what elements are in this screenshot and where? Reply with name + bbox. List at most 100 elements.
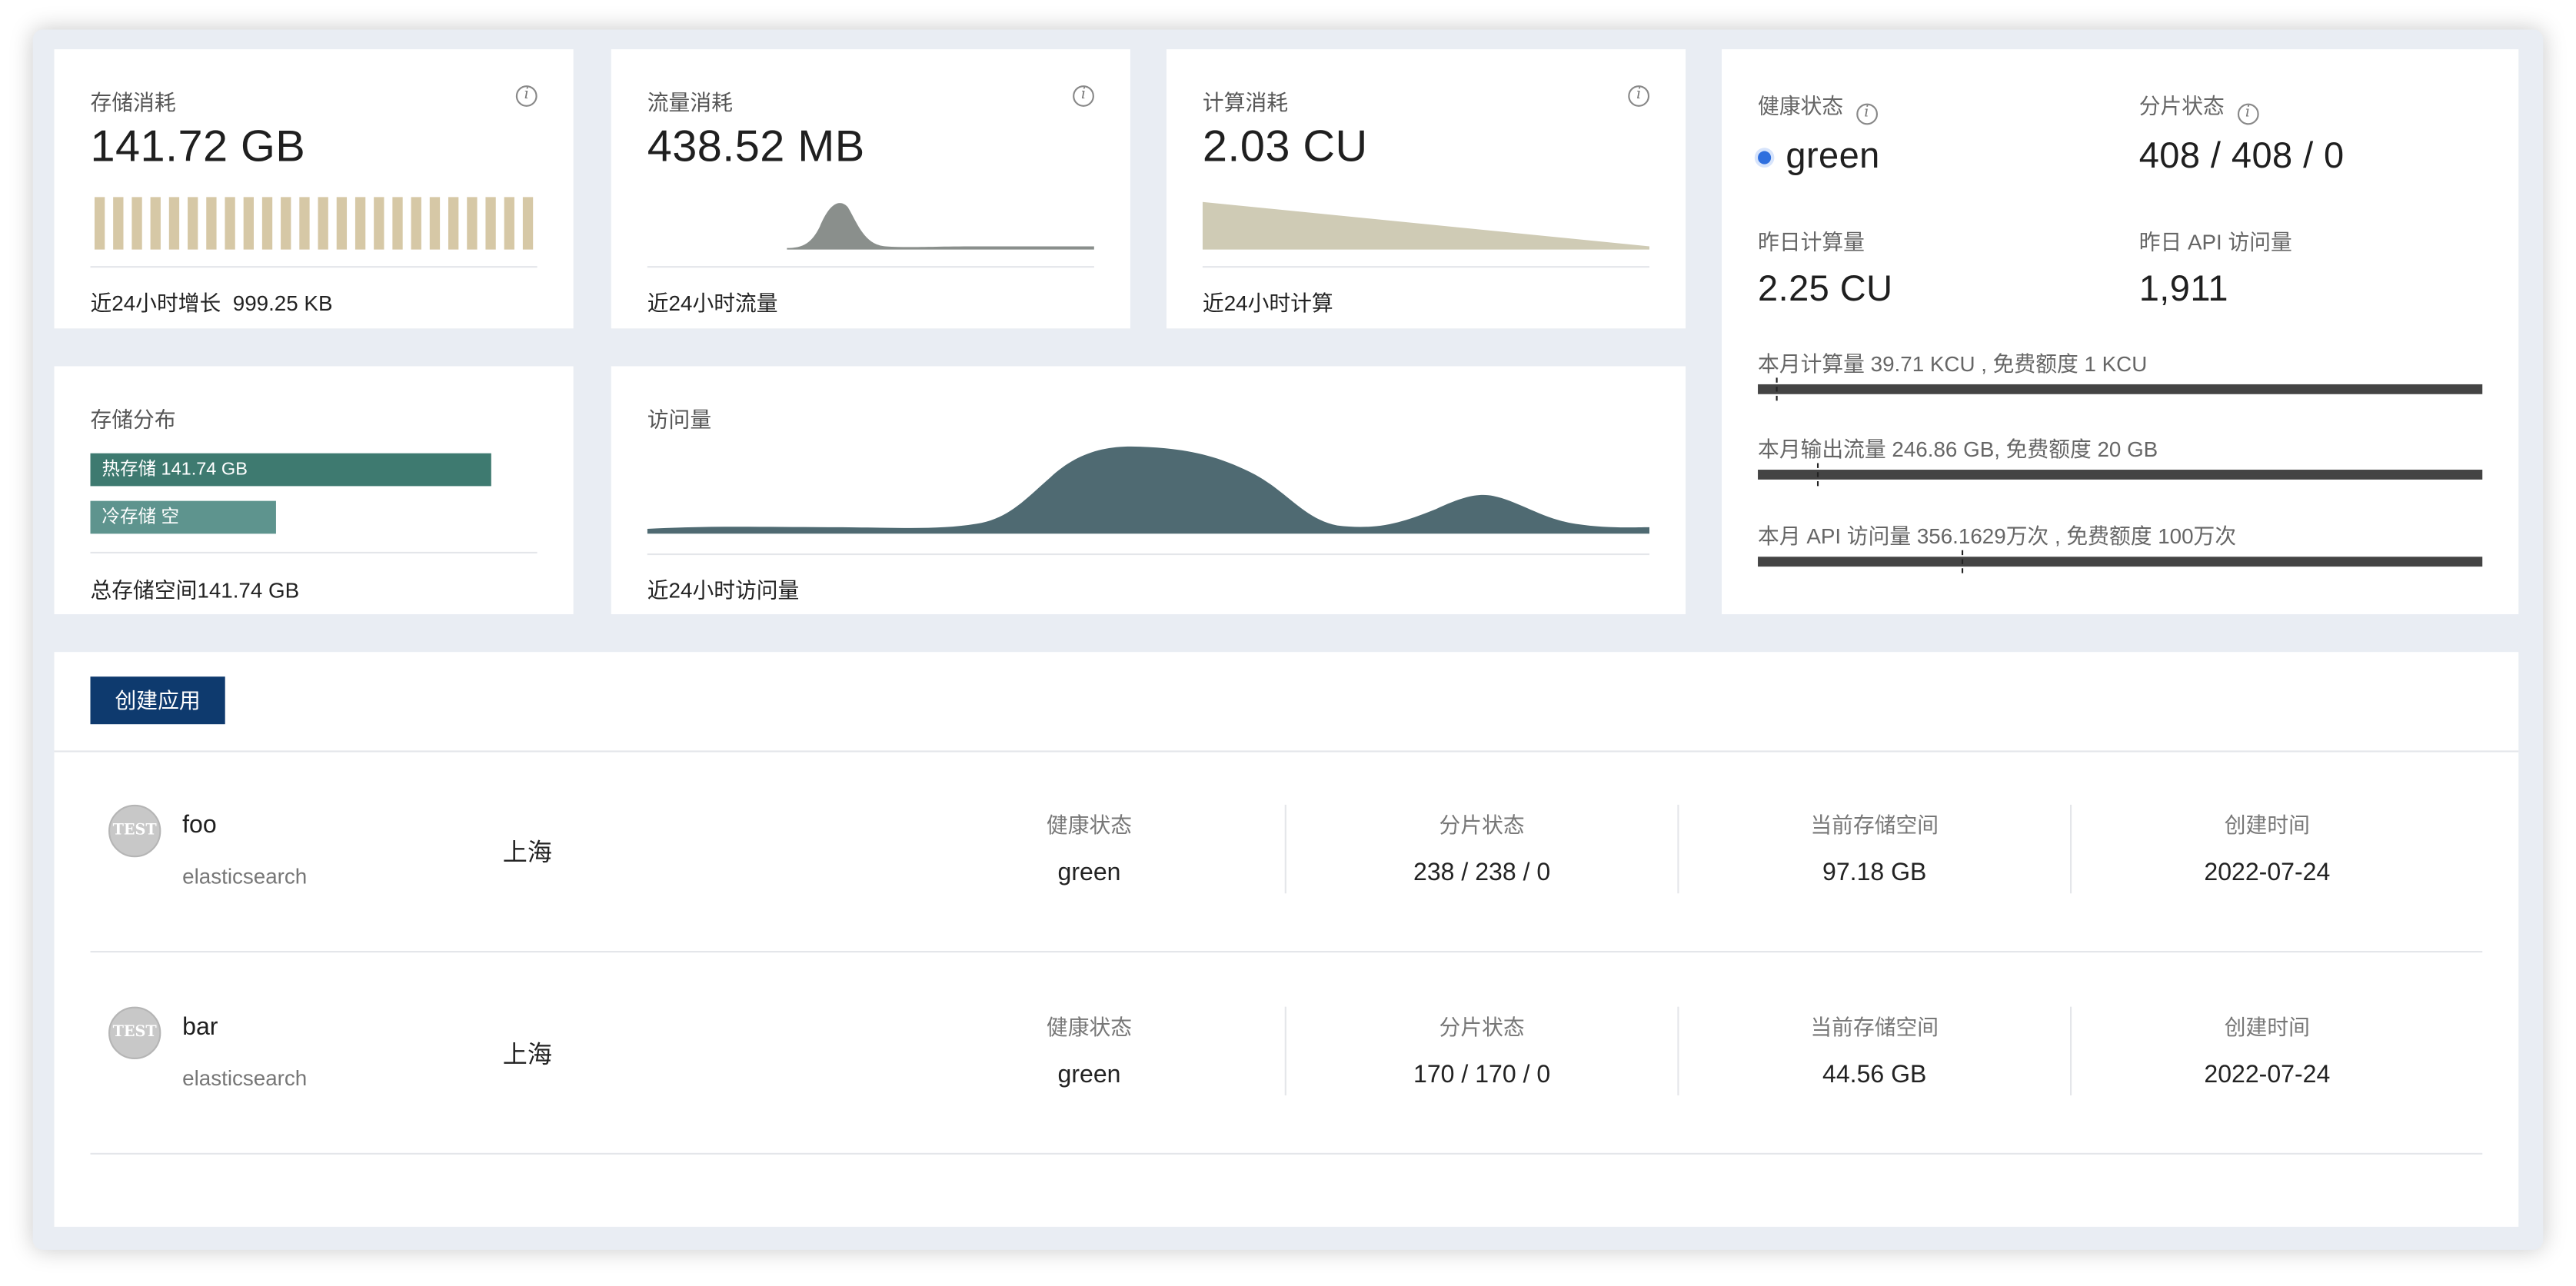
storage-bar: [504, 197, 514, 250]
compute-consumption-card: 计算消耗 i 2.03 CU 近24小时计算: [1166, 49, 1686, 329]
traffic-value: 438.52 MB: [647, 121, 865, 171]
visits-area: [647, 446, 1650, 534]
column-label: 健康状态: [1046, 1015, 1133, 1040]
column-label: 健康状态: [1046, 812, 1133, 838]
yesterday-api-value: 1,911: [2138, 268, 2228, 309]
health-value: green: [1057, 1061, 1121, 1089]
health-dot: [1758, 151, 1772, 164]
column-label: 创建时间: [2224, 1015, 2310, 1040]
distribution-footer: 总存储空间141.74 GB: [90, 578, 300, 603]
divider: [90, 266, 537, 268]
column-label: 分片状态: [1439, 812, 1525, 838]
app-name[interactable]: bar: [182, 1013, 218, 1041]
shards-value: 238 / 238 / 0: [1413, 859, 1551, 887]
create-app-button[interactable]: 创建应用: [90, 676, 225, 725]
traffic-area: [787, 203, 1094, 250]
storage-bar: [261, 197, 273, 250]
storage-bar: [131, 197, 142, 250]
application-list-card: 创建应用 TEST foo elasticsearch 上海 健康状态 gree…: [54, 652, 2519, 1227]
traffic-consumption-card: 流量消耗 i 438.52 MB 近24小时流量: [611, 49, 1130, 329]
free-quota-marker: [1776, 377, 1779, 401]
storage-value: 44.56 GB: [1822, 1061, 1927, 1089]
free-quota-marker: [1961, 550, 1965, 573]
monthly-traffic-bar: [1758, 470, 2483, 480]
compute-footer: 近24小时计算: [1202, 291, 1333, 316]
footer-label: 近24小时增长: [90, 291, 221, 316]
row-divider: [90, 951, 2483, 953]
storage-bar: [281, 197, 291, 250]
yesterday-compute-value: 2.25 CU: [1758, 268, 1893, 309]
compute-area: [1202, 201, 1650, 250]
health-label-text: 健康状态: [1758, 93, 1844, 118]
storage-value: 141.72 GB: [90, 121, 306, 171]
shard-value: 408 / 408 / 0: [2138, 135, 2345, 176]
app-type: elasticsearch: [182, 863, 308, 889]
shard-label: 分片状态 i: [2139, 88, 2258, 125]
storage-bar: [113, 197, 124, 250]
visits-footer: 近24小时访问量: [647, 578, 800, 603]
free-quota-marker: [1816, 463, 1820, 487]
footer-value: 999.25 KB: [232, 291, 333, 316]
storage-bar: [225, 197, 235, 250]
column-label: 当前存储空间: [1810, 1015, 1939, 1040]
shards-value: 170 / 170 / 0: [1413, 1061, 1551, 1089]
divider: [647, 266, 1094, 268]
created-column: 创建时间 2022-07-24: [2072, 808, 2462, 887]
storage-bar-sparkline: [94, 197, 534, 250]
divider: [647, 553, 1650, 556]
divider: [90, 551, 537, 554]
visits-area-chart: [647, 446, 1650, 534]
card-title: 存储分布: [90, 407, 176, 432]
storage-bar: [354, 197, 366, 250]
health-value: green: [1786, 135, 1880, 176]
created-value: 2022-07-24: [2204, 1061, 2331, 1089]
storage-column: 当前存储空间 97.18 GB: [1679, 808, 2070, 887]
compute-area-sparkline: [1202, 201, 1650, 250]
column-label: 分片状态: [1439, 1015, 1525, 1040]
column-label: 创建时间: [2224, 812, 2310, 838]
app-region: 上海: [502, 839, 552, 868]
storage-bar: [336, 197, 348, 250]
storage-bar: [94, 197, 105, 250]
monthly-api-text: 本月 API 访问量 356.1629万次 , 免费额度 100万次: [1758, 523, 2237, 549]
health-label: 健康状态 i: [1758, 88, 1878, 125]
app-type: elasticsearch: [182, 1065, 308, 1091]
storage-bar: [318, 197, 328, 250]
created-value: 2022-07-24: [2204, 859, 2331, 887]
monthly-traffic-text: 本月输出流量 246.86 GB, 免费额度 20 GB: [1758, 437, 2158, 462]
yesterday-compute-label: 昨日计算量: [1758, 230, 1865, 255]
card-title: 存储消耗: [90, 90, 176, 115]
app-region: 上海: [502, 1041, 552, 1069]
storage-bar: [188, 197, 198, 250]
health-column: 健康状态 green: [894, 808, 1284, 887]
status-summary-card: 健康状态 i green 分片状态 i 408 / 408 / 0 昨日计算量 …: [1722, 49, 2519, 615]
app-row-bar[interactable]: TEST bar elasticsearch 上海 健康状态 green 分片状…: [55, 954, 2519, 1155]
monthly-compute-bar: [1758, 384, 2483, 394]
storage-bar: [522, 197, 534, 250]
shards-column: 分片状态 238 / 238 / 0: [1286, 808, 1677, 887]
storage-bar: [411, 197, 421, 250]
storage-consumption-card: 存储消耗 i 141.72 GB 近24小时增长 999.25 KB: [54, 49, 574, 329]
storage-bar: [150, 197, 161, 250]
storage-bar: [299, 197, 310, 250]
monthly-compute-text: 本月计算量 39.71 KCU , 免费额度 1 KCU: [1758, 351, 2148, 377]
info-icon[interactable]: i: [515, 85, 537, 107]
row-divider: [90, 1152, 2483, 1155]
card-title: 访问量: [647, 407, 712, 432]
storage-footer: 近24小时增长 999.25 KB: [91, 286, 333, 317]
info-icon[interactable]: i: [2237, 103, 2258, 125]
info-icon[interactable]: i: [1628, 85, 1650, 107]
app-row-foo[interactable]: TEST foo elasticsearch 上海 健康状态 green 分片状…: [55, 753, 2519, 953]
cold-storage-bar: 冷存储 空: [90, 500, 276, 534]
storage-bar: [429, 197, 441, 250]
storage-bar: [392, 197, 403, 250]
info-icon[interactable]: i: [1073, 85, 1094, 107]
app-name[interactable]: foo: [182, 811, 217, 839]
divider: [1202, 266, 1650, 268]
storage-bar: [485, 197, 496, 250]
storage-bar: [374, 197, 384, 250]
info-icon[interactable]: i: [1855, 103, 1878, 125]
yesterday-api-label: 昨日 API 访问量: [2138, 230, 2292, 255]
hot-storage-bar: 热存储 141.74 GB: [90, 453, 491, 487]
shards-column: 分片状态 170 / 170 / 0: [1286, 1010, 1677, 1089]
